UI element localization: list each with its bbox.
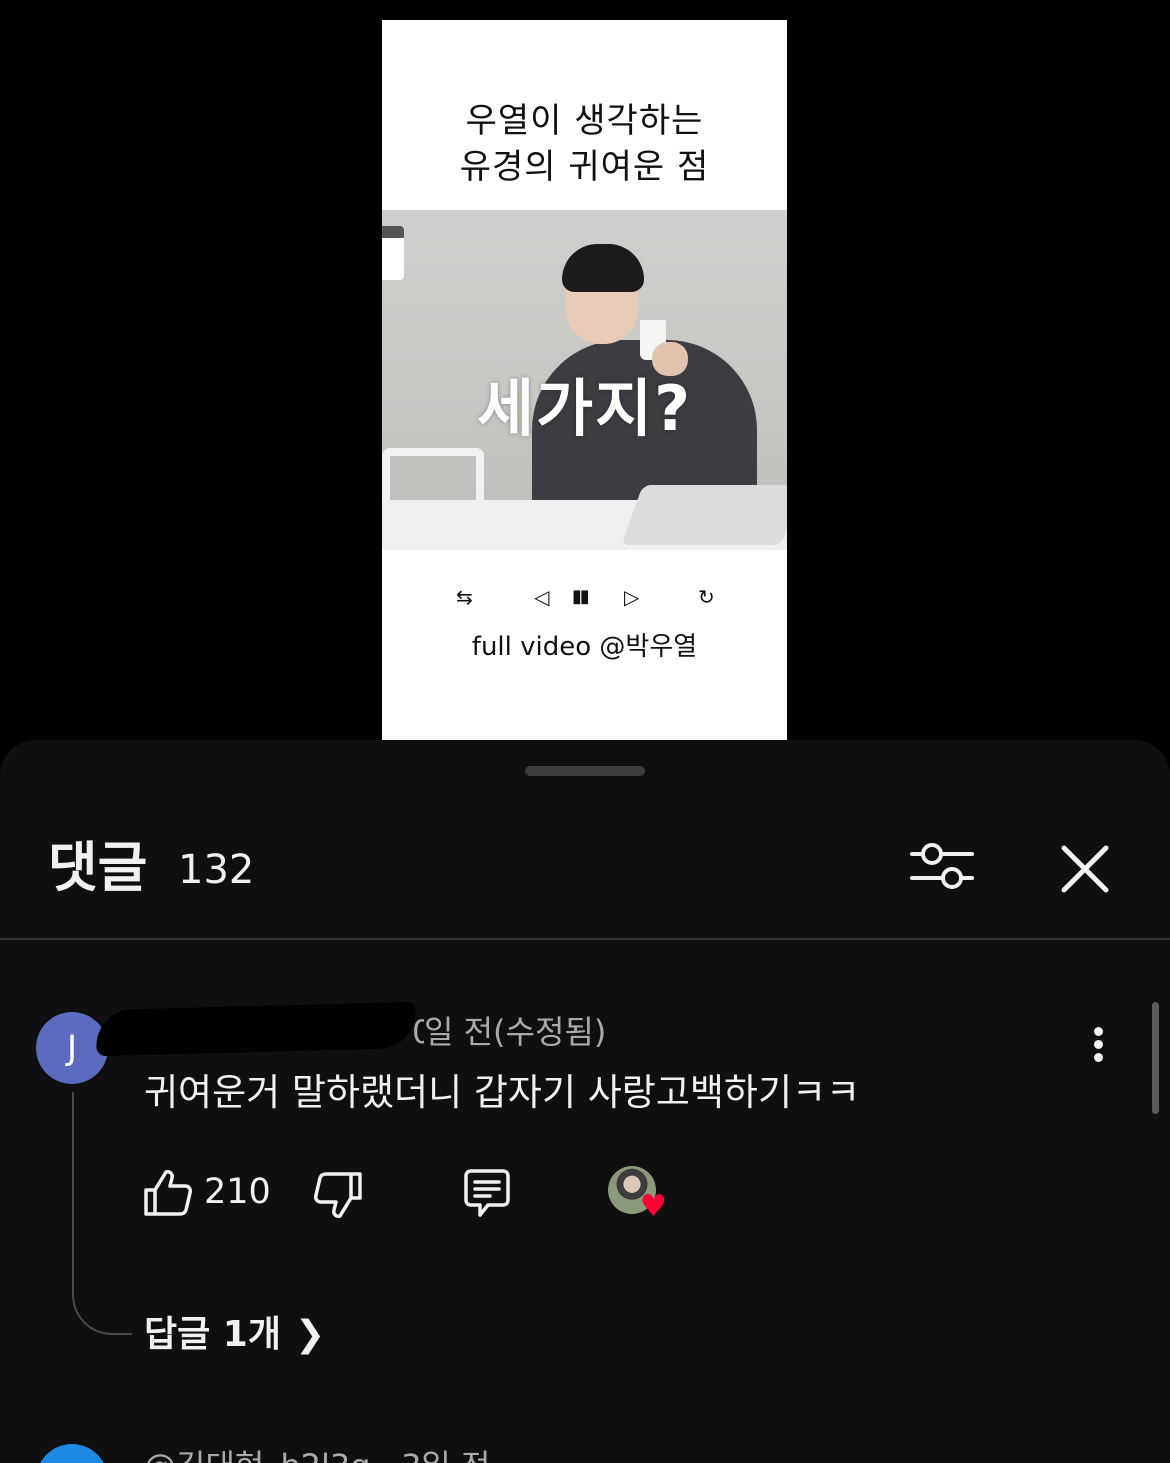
comments-title: 댓글 <box>48 836 148 899</box>
laptop <box>621 485 787 545</box>
like-button[interactable] <box>142 1168 194 1218</box>
reply-thread-line <box>72 1092 132 1335</box>
person-hair <box>562 244 644 292</box>
scrollbar[interactable] <box>1152 1002 1159 1114</box>
video-caption-line2: 유경의 귀여운 점 <box>459 147 710 187</box>
comment-text: 귀여운거 말하랬더니 갑자기 사랑고백하기ㅋㅋ <box>144 1071 861 1114</box>
comments-count: 132 <box>178 847 255 893</box>
like-count: 210 <box>204 1172 271 1212</box>
kebab-dot <box>1093 1040 1103 1049</box>
thumbs-up-icon <box>144 1170 192 1216</box>
video-controls-graphic: ⇆ ◁ ▮▮ ▷ ↻ <box>382 585 787 609</box>
video-caption-line1: 우열이 생각하는 <box>465 101 704 141</box>
heart-icon: ♥ <box>640 1189 667 1224</box>
dislike-button[interactable] <box>312 1170 364 1220</box>
next-icon: ▷ <box>624 585 640 609</box>
sliders-icon <box>910 843 974 889</box>
reply-button[interactable] <box>460 1168 514 1220</box>
shuffle-icon: ⇆ <box>456 585 473 609</box>
header-divider <box>0 938 1170 940</box>
more-options-button[interactable] <box>1080 1024 1116 1068</box>
comments-sheet: 댓글 132 J 0일 전(수정됨) 귀여운거 말하랬더니 갑자기 사랑고백하기… <box>0 740 1170 1463</box>
video-credit: full video @박우열 <box>471 632 698 662</box>
video-frame: 세가지? <box>382 210 787 550</box>
thumbs-down-icon <box>314 1172 362 1218</box>
chevron-right-icon: ❯ <box>294 1314 326 1355</box>
kebab-dot <box>1093 1053 1103 1062</box>
close-icon <box>1061 845 1109 893</box>
close-button[interactable] <box>1054 838 1116 900</box>
video-overlay-text: 세가지? <box>476 372 693 445</box>
previous-icon: ◁ <box>534 585 550 609</box>
comment-meta-text: 일 전(수정됨) <box>424 1013 607 1051</box>
video-caption-title: 우열이 생각하는 유경의 귀여운 점 <box>382 98 787 190</box>
creator-heart-badge: ♥ <box>608 1166 672 1222</box>
redacted-username <box>95 1001 417 1057</box>
video-player[interactable]: 우열이 생각하는 유경의 귀여운 점 세가지? ⇆ ◁ ▮▮ ▷ ↻ full … <box>382 20 787 740</box>
pause-icon: ▮▮ <box>572 586 590 607</box>
avatar[interactable] <box>36 1444 108 1463</box>
drag-handle[interactable] <box>525 766 645 776</box>
kebab-dot <box>1093 1027 1103 1036</box>
repeat-icon: ↻ <box>698 585 715 609</box>
comment-meta: @김대현_b2l3g · 3일 전 <box>144 1446 490 1463</box>
reply-icon <box>464 1169 510 1217</box>
sort-filter-button[interactable] <box>906 838 978 898</box>
wall-sign <box>382 226 404 280</box>
comment-meta: 0일 전(수정됨) <box>412 1012 606 1052</box>
view-replies-button[interactable]: 답글 1개 ❯ <box>144 1312 325 1358</box>
replies-label: 답글 1개 <box>144 1314 281 1355</box>
